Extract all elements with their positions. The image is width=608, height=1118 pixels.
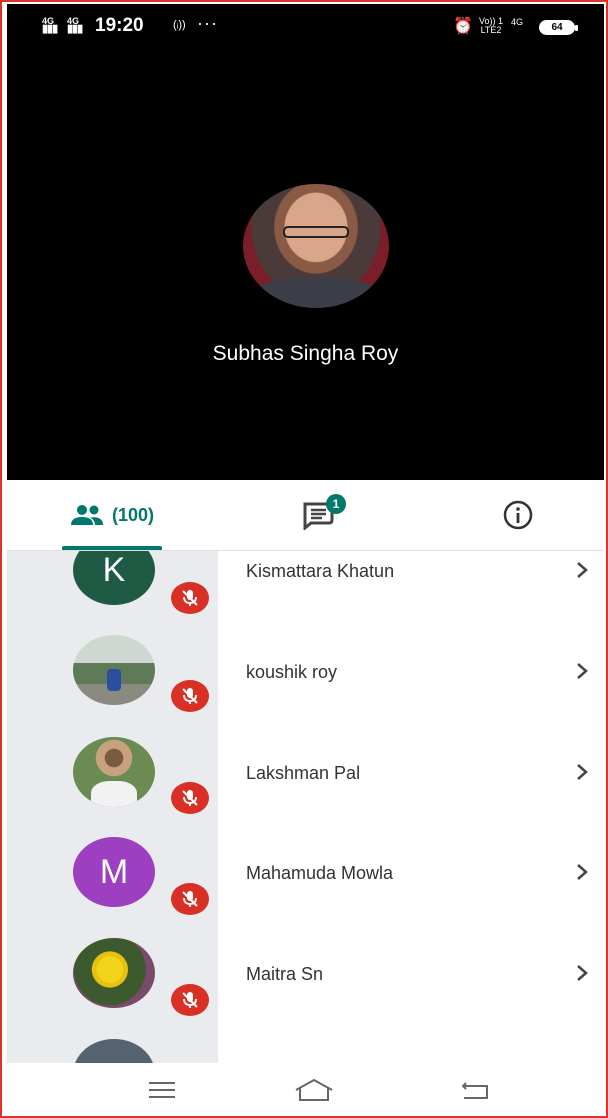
avatar bbox=[73, 737, 155, 807]
mic-off-icon bbox=[171, 680, 209, 712]
tab-chat[interactable]: 1 bbox=[289, 480, 349, 550]
mic-off-icon bbox=[171, 782, 209, 814]
participant-list[interactable]: K Kismattara Khatun koushik roy Lakshman… bbox=[7, 551, 604, 1063]
mic-off-icon bbox=[171, 883, 209, 915]
avatar: M bbox=[73, 837, 155, 907]
participant-name: Mahamuda Mowla bbox=[246, 863, 394, 883]
participant-name: Kismattara Khatun bbox=[246, 561, 395, 581]
info-icon bbox=[503, 500, 533, 530]
mic-off-icon bbox=[171, 582, 209, 614]
phone-frame: 4G ▮▮▮ 4G ▮▮▮ 19:20 (ᵢ)) ··· ⏰ Vo)) 1 LTE2 … bbox=[0, 0, 608, 1118]
video-stage[interactable]: 4G ▮▮▮ 4G ▮▮▮ 19:20 (ᵢ)) ··· ⏰ Vo)) 1 LTE2 … bbox=[7, 4, 604, 480]
avatar: K bbox=[73, 551, 155, 605]
signal-icon: 4G ▮▮▮ bbox=[42, 16, 58, 35]
signal-icon: 4G ▮▮▮ bbox=[67, 16, 83, 35]
home-icon[interactable] bbox=[292, 1074, 336, 1106]
mic-off-icon bbox=[171, 984, 209, 1016]
chevron-right-icon[interactable] bbox=[575, 762, 589, 782]
back-icon[interactable] bbox=[457, 1074, 493, 1106]
people-count: (100) bbox=[111, 504, 155, 525]
host-avatar bbox=[243, 184, 389, 308]
list-item[interactable]: K Kismattara Khatun bbox=[7, 551, 604, 636]
more-dots-icon: ··· bbox=[197, 13, 218, 33]
chevron-right-icon[interactable] bbox=[575, 661, 589, 681]
list-item[interactable]: koushik roy bbox=[7, 635, 604, 737]
system-nav-bar bbox=[7, 1064, 604, 1116]
tab-indicator bbox=[62, 546, 162, 550]
chevron-right-icon[interactable] bbox=[575, 963, 589, 983]
tab-info[interactable] bbox=[493, 480, 543, 550]
participant-name: Lakshman Pal bbox=[246, 763, 361, 783]
status-bar: 4G ▮▮▮ 4G ▮▮▮ 19:20 (ᵢ)) ··· ⏰ Vo)) 1 LTE2 … bbox=[7, 4, 604, 48]
alarm-icon: ⏰ bbox=[453, 18, 473, 35]
participant-name: koushik roy bbox=[246, 662, 338, 682]
chevron-right-icon[interactable] bbox=[575, 560, 589, 580]
tab-bar: (100) 1 bbox=[7, 480, 604, 551]
list-item[interactable]: Lakshman Pal bbox=[7, 737, 604, 838]
battery-icon: 64 bbox=[539, 20, 578, 35]
chevron-right-icon[interactable] bbox=[575, 862, 589, 882]
volte-indicator: Vo)) 1 LTE2 bbox=[479, 16, 504, 35]
menu-icon[interactable] bbox=[144, 1074, 180, 1106]
host-name: Subhas Singha Roy bbox=[212, 342, 399, 365]
avatar bbox=[73, 635, 155, 705]
list-item[interactable]: M Mahamuda Mowla bbox=[7, 837, 604, 938]
avatar bbox=[73, 938, 155, 1008]
tab-people[interactable]: (100) bbox=[52, 480, 172, 550]
participant-name: Maitra Sn bbox=[246, 964, 324, 984]
status-time: 19:20 bbox=[95, 15, 144, 36]
chat-badge: 1 bbox=[326, 494, 346, 514]
network-type: 4G bbox=[511, 17, 524, 27]
nfc-icon: (ᵢ)) bbox=[173, 19, 186, 31]
people-icon bbox=[70, 505, 103, 525]
list-item[interactable]: Maitra Sn bbox=[7, 938, 604, 1039]
